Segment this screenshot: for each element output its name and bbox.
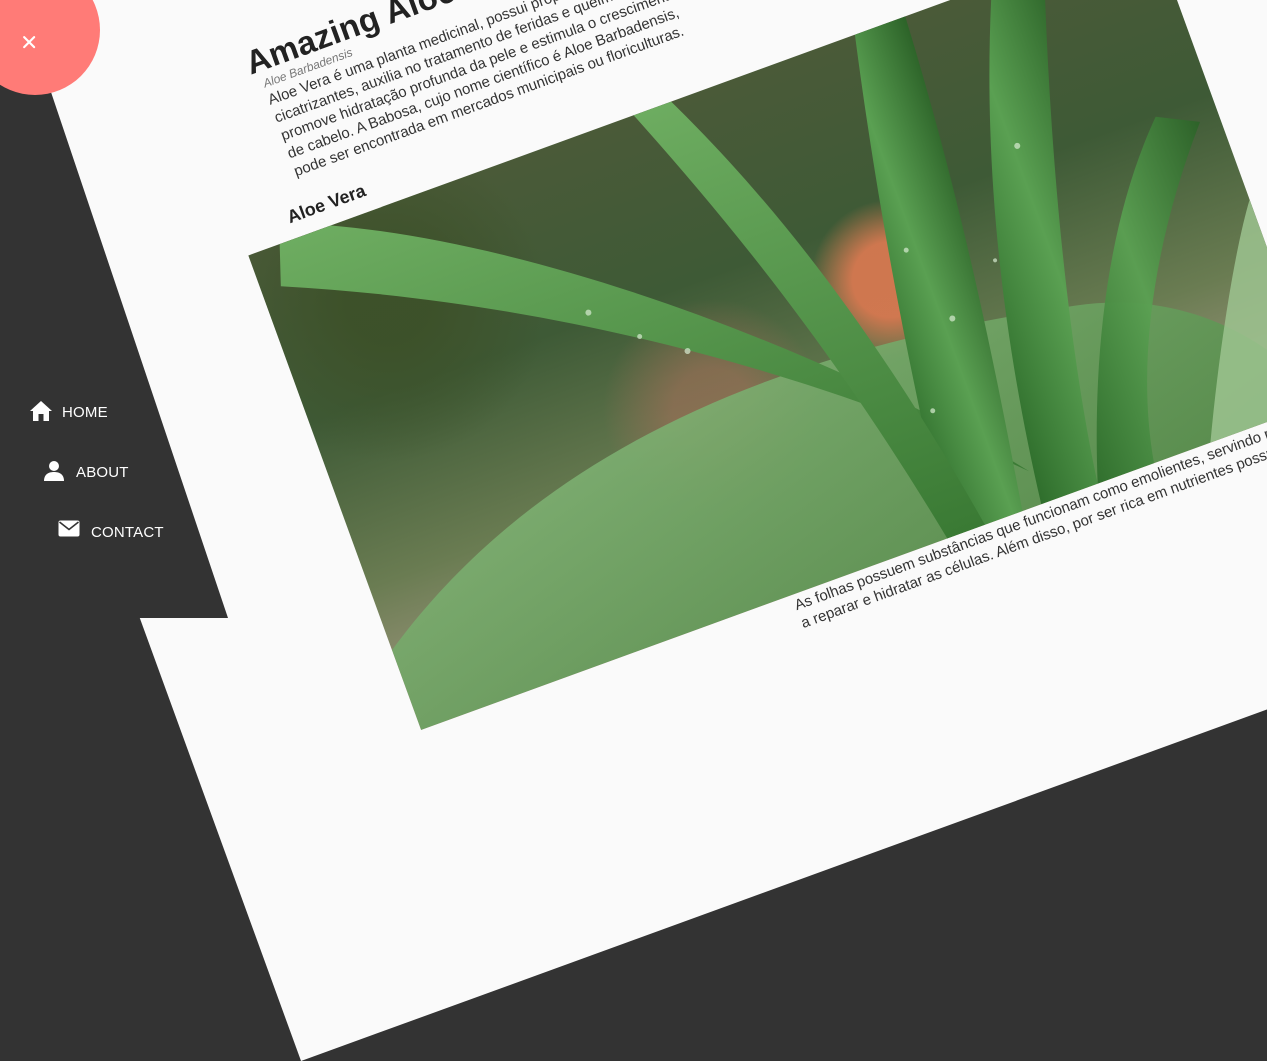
nav-item-contact[interactable]: CONTACT <box>58 520 164 544</box>
article-sheet: Amazing Aloe Vera Aloe Barbadensis Aloe … <box>0 0 1267 1061</box>
nav-label-home: HOME <box>62 403 108 421</box>
nav-item-home[interactable]: HOME <box>29 400 108 424</box>
home-icon <box>29 400 53 424</box>
envelope-icon <box>58 520 82 544</box>
user-icon <box>43 460 67 484</box>
nav-item-about[interactable]: ABOUT <box>43 460 129 484</box>
nav-label-about: ABOUT <box>76 463 129 481</box>
nav-label-contact: CONTACT <box>91 523 164 541</box>
